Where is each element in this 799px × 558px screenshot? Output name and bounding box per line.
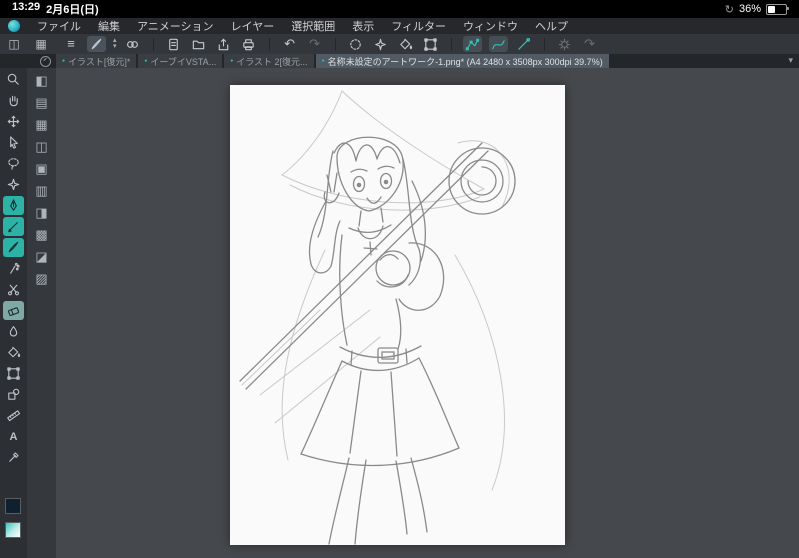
eyedropper-tool-icon[interactable] bbox=[3, 448, 24, 467]
right-panel-toggle-icon[interactable]: ▦ bbox=[31, 36, 51, 52]
document-tab-1[interactable]: ● イラスト[復元]* bbox=[56, 54, 137, 68]
battery-icon bbox=[766, 3, 789, 15]
tool-column: A bbox=[0, 68, 27, 558]
open-file-icon[interactable] bbox=[190, 36, 208, 52]
selection-tool-icon[interactable] bbox=[3, 154, 24, 173]
status-time: 13:29 bbox=[12, 1, 41, 13]
color-slider-panel-icon[interactable]: ▣ bbox=[30, 159, 53, 178]
material-icon[interactable] bbox=[372, 36, 390, 52]
color-set-panel-icon[interactable]: ◫ bbox=[30, 137, 53, 156]
status-bar: 13:29 2月6日(日) ↻ 36% bbox=[0, 0, 799, 18]
smoothing-icon[interactable] bbox=[556, 36, 574, 52]
object-tool-icon[interactable] bbox=[3, 133, 24, 152]
curve-tool-button[interactable] bbox=[488, 36, 508, 52]
new-canvas-icon[interactable] bbox=[165, 36, 183, 52]
document-tab-strip: ● イラスト[復元]* ● イーブイVSTA... ● イラスト 2[復元...… bbox=[0, 54, 799, 68]
text-tool-icon[interactable]: A bbox=[3, 427, 24, 446]
color-wheel-panel-icon[interactable]: ▦ bbox=[30, 115, 53, 134]
menu-layer[interactable]: レイヤー bbox=[231, 18, 275, 34]
panel-icon-column: ◧ ▤ ▦ ◫ ▣ ▥ ◨ ▩ ◪ ▨ bbox=[27, 68, 56, 558]
battery-percent: 36% bbox=[738, 3, 761, 15]
unsaved-dot-icon: ● bbox=[144, 58, 148, 64]
clip-studio-logo-icon[interactable] bbox=[8, 20, 20, 32]
status-date: 2月6日(日) bbox=[46, 4, 99, 16]
fill-tool-icon[interactable] bbox=[3, 343, 24, 362]
gradient-tool-icon[interactable] bbox=[3, 364, 24, 383]
unsaved-dot-icon: ● bbox=[230, 58, 234, 64]
sync-icon: ↻ bbox=[724, 3, 734, 16]
figure-tool-icon[interactable] bbox=[3, 385, 24, 404]
artwork-sketch bbox=[239, 90, 516, 545]
hand-tool-icon[interactable] bbox=[3, 91, 24, 110]
menu-animation[interactable]: アニメーション bbox=[137, 18, 214, 34]
workspace-background bbox=[56, 68, 799, 558]
link-icon[interactable] bbox=[124, 36, 142, 52]
layer-property-panel-icon[interactable]: ◨ bbox=[30, 203, 53, 222]
eraser-tool-icon[interactable] bbox=[3, 301, 24, 320]
tab-list-chevron-icon[interactable]: ▾ bbox=[788, 55, 793, 66]
main-color-swatch[interactable] bbox=[5, 498, 21, 514]
auto-select-tool-icon[interactable] bbox=[3, 175, 24, 194]
undo-button[interactable]: ↶ bbox=[281, 36, 299, 52]
material-panel-icon[interactable]: ◪ bbox=[30, 247, 53, 266]
document-tab-active[interactable]: ● 名称未設定のアートワーク-1.png* (A4 2480 x 3508px … bbox=[315, 54, 609, 68]
sub-view-panel-icon[interactable]: ▨ bbox=[30, 269, 53, 288]
menu-view[interactable]: 表示 bbox=[352, 18, 374, 34]
menu-window[interactable]: ウィンドウ bbox=[463, 18, 518, 34]
redo-stroke-button[interactable]: ↷ bbox=[581, 36, 599, 52]
menu-help[interactable]: ヘルプ bbox=[535, 18, 568, 34]
move-tool-icon[interactable] bbox=[3, 112, 24, 131]
layer-panel-icon[interactable]: ▥ bbox=[30, 181, 53, 200]
deselect-icon[interactable] bbox=[347, 36, 365, 52]
ruler-tool-icon[interactable] bbox=[3, 406, 24, 425]
redo-button[interactable]: ↷ bbox=[306, 36, 324, 52]
tool-property-panel-icon[interactable]: ◧ bbox=[30, 71, 53, 90]
export-icon[interactable] bbox=[215, 36, 233, 52]
quick-access-icon[interactable] bbox=[40, 56, 51, 67]
menu-bar: ファイル 編集 アニメーション レイヤー 選択範囲 表示 フィルター ウィンドウ… bbox=[0, 18, 799, 34]
navigator-panel-icon[interactable]: ▩ bbox=[30, 225, 53, 244]
canvas-settings-icon[interactable] bbox=[422, 36, 440, 52]
menu-selection[interactable]: 選択範囲 bbox=[291, 18, 335, 34]
polyline-tool-button[interactable] bbox=[462, 36, 482, 52]
decoration-tool-icon[interactable] bbox=[3, 280, 24, 299]
left-panel-toggle-icon[interactable]: ◫ bbox=[4, 36, 24, 52]
airbrush-tool-icon[interactable] bbox=[3, 259, 24, 278]
gradient-color-swatch[interactable] bbox=[5, 522, 21, 538]
fill-command-icon[interactable] bbox=[397, 36, 415, 52]
menu-edit[interactable]: 編集 bbox=[98, 18, 120, 34]
menu-file[interactable]: ファイル bbox=[37, 18, 81, 34]
document-tab-2[interactable]: ● イーブイVSTA... bbox=[138, 54, 223, 68]
unsaved-dot-icon: ● bbox=[62, 58, 66, 64]
pen-tool-icon[interactable] bbox=[3, 196, 24, 215]
drawing-canvas[interactable] bbox=[230, 85, 565, 545]
slope-tool-icon[interactable] bbox=[515, 36, 533, 52]
menu-filter[interactable]: フィルター bbox=[391, 18, 446, 34]
brush-size-stepper[interactable]: ▴ ▾ bbox=[113, 37, 117, 50]
print-icon[interactable] bbox=[240, 36, 258, 52]
blend-tool-icon[interactable] bbox=[3, 322, 24, 341]
main-menu-icon[interactable]: ≡ bbox=[62, 36, 80, 52]
brush-tool-icon[interactable] bbox=[3, 238, 24, 257]
zoom-tool-icon[interactable] bbox=[3, 70, 24, 89]
unsaved-dot-icon: ● bbox=[321, 58, 325, 64]
brush-size-panel-icon[interactable]: ▤ bbox=[30, 93, 53, 112]
current-tool-button[interactable] bbox=[87, 36, 106, 52]
pencil-tool-icon[interactable] bbox=[3, 217, 24, 236]
command-bar: ◫ ▦ ≡ ▴ ▾ ↶ ↷ ↷ bbox=[0, 34, 799, 54]
document-tab-3[interactable]: ● イラスト 2[復元... bbox=[224, 54, 314, 68]
